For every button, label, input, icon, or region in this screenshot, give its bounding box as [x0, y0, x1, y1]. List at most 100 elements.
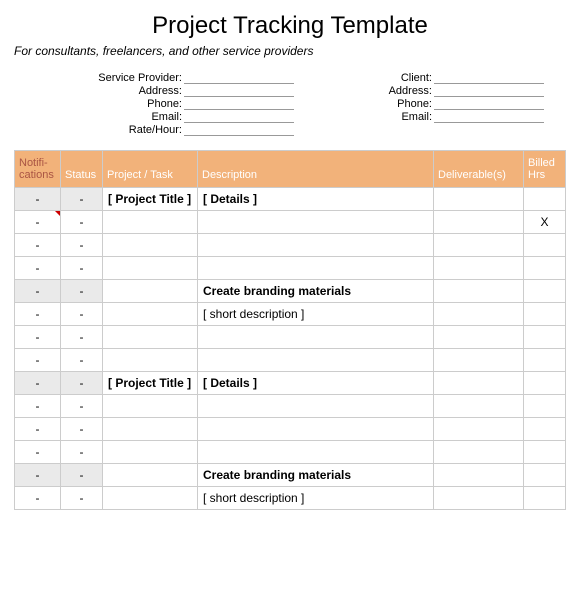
cell-task: [103, 349, 198, 372]
cell-task: [103, 303, 198, 326]
cell-desc: [198, 441, 434, 464]
tracking-table: Notifi-cations Status Project / Task Des…: [14, 150, 566, 510]
cell-task: [ Project Title ]: [103, 188, 198, 211]
cell-desc: [198, 211, 434, 234]
table-row: --: [15, 257, 566, 280]
cell-hrs: [524, 326, 566, 349]
cell-desc: [ Details ]: [198, 372, 434, 395]
info-row: Address:: [334, 85, 544, 97]
cell-notif: -: [15, 188, 61, 211]
cell-status: -: [61, 395, 103, 418]
cell-notif: -: [15, 349, 61, 372]
cell-hrs: [524, 349, 566, 372]
provider-column: Service Provider:Address:Phone:Email:Rat…: [84, 72, 294, 136]
cell-notif: -: [15, 441, 61, 464]
cell-status: -: [61, 349, 103, 372]
cell-desc: [198, 257, 434, 280]
cell-task: [103, 464, 198, 487]
cell-task: [103, 280, 198, 303]
cell-notif: -: [15, 372, 61, 395]
cell-notif: -: [15, 257, 61, 280]
cell-notif: -: [15, 326, 61, 349]
cell-status: -: [61, 372, 103, 395]
cell-desc: Create branding materials: [198, 464, 434, 487]
cell-status: -: [61, 234, 103, 257]
cell-hrs: [524, 418, 566, 441]
cell-task: [103, 487, 198, 510]
cell-status: -: [61, 280, 103, 303]
cell-task: [103, 211, 198, 234]
cell-notif: -: [15, 464, 61, 487]
cell-task: [103, 395, 198, 418]
cell-status: -: [61, 257, 103, 280]
cell-desc: [ Details ]: [198, 188, 434, 211]
info-label: Service Provider:: [84, 72, 184, 84]
cell-deliv: [434, 303, 524, 326]
info-label: Client:: [334, 72, 434, 84]
header-task: Project / Task: [103, 151, 198, 188]
cell-deliv: [434, 349, 524, 372]
cell-task: [103, 326, 198, 349]
cell-hrs: [524, 487, 566, 510]
info-line: [184, 98, 294, 110]
info-row: Client:: [334, 72, 544, 84]
info-block: Service Provider:Address:Phone:Email:Rat…: [84, 72, 566, 136]
cell-desc: [198, 326, 434, 349]
cell-hrs: [524, 257, 566, 280]
info-row: Address:: [84, 85, 294, 97]
cell-hrs: [524, 303, 566, 326]
cell-status: -: [61, 418, 103, 441]
cell-hrs: X: [524, 211, 566, 234]
cell-notif: -: [15, 211, 61, 234]
info-row: Email:: [334, 111, 544, 123]
info-line: [184, 111, 294, 123]
cell-deliv: [434, 188, 524, 211]
cell-desc: [198, 234, 434, 257]
cell-desc: [198, 349, 434, 372]
header-notifications: Notifi-cations: [15, 151, 61, 188]
info-line: [184, 124, 294, 136]
cell-deliv: [434, 257, 524, 280]
cell-hrs: [524, 464, 566, 487]
cell-deliv: [434, 441, 524, 464]
cell-task: [103, 234, 198, 257]
cell-hrs: [524, 372, 566, 395]
cell-deliv: [434, 372, 524, 395]
table-row: --: [15, 418, 566, 441]
cell-deliv: [434, 280, 524, 303]
header-status: Status: [61, 151, 103, 188]
cell-desc: [ short description ]: [198, 303, 434, 326]
page-subtitle: For consultants, freelancers, and other …: [14, 44, 566, 58]
cell-hrs: [524, 234, 566, 257]
header-billed-hrs: Billed Hrs: [524, 151, 566, 188]
cell-task: [103, 418, 198, 441]
info-label: Rate/Hour:: [84, 124, 184, 136]
info-row: Rate/Hour:: [84, 124, 294, 136]
cell-status: -: [61, 441, 103, 464]
cell-desc: [ short description ]: [198, 487, 434, 510]
table-header-row: Notifi-cations Status Project / Task Des…: [15, 151, 566, 188]
cell-hrs: [524, 441, 566, 464]
info-label: Address:: [84, 85, 184, 97]
cell-deliv: [434, 464, 524, 487]
cell-notif: -: [15, 418, 61, 441]
client-column: Client:Address:Phone:Email:: [334, 72, 544, 136]
cell-desc: [198, 418, 434, 441]
info-label: Email:: [84, 111, 184, 123]
info-row: Phone:: [334, 98, 544, 110]
table-row: --: [15, 441, 566, 464]
info-label: Phone:: [84, 98, 184, 110]
info-line: [184, 85, 294, 97]
cell-notif: -: [15, 487, 61, 510]
info-line: [434, 98, 544, 110]
table-row: --: [15, 234, 566, 257]
cell-status: -: [61, 188, 103, 211]
cell-deliv: [434, 326, 524, 349]
table-row: --X: [15, 211, 566, 234]
table-row: --: [15, 349, 566, 372]
cell-status: -: [61, 326, 103, 349]
cell-notif: -: [15, 303, 61, 326]
cell-deliv: [434, 418, 524, 441]
cell-notif: -: [15, 395, 61, 418]
cell-desc: [198, 395, 434, 418]
